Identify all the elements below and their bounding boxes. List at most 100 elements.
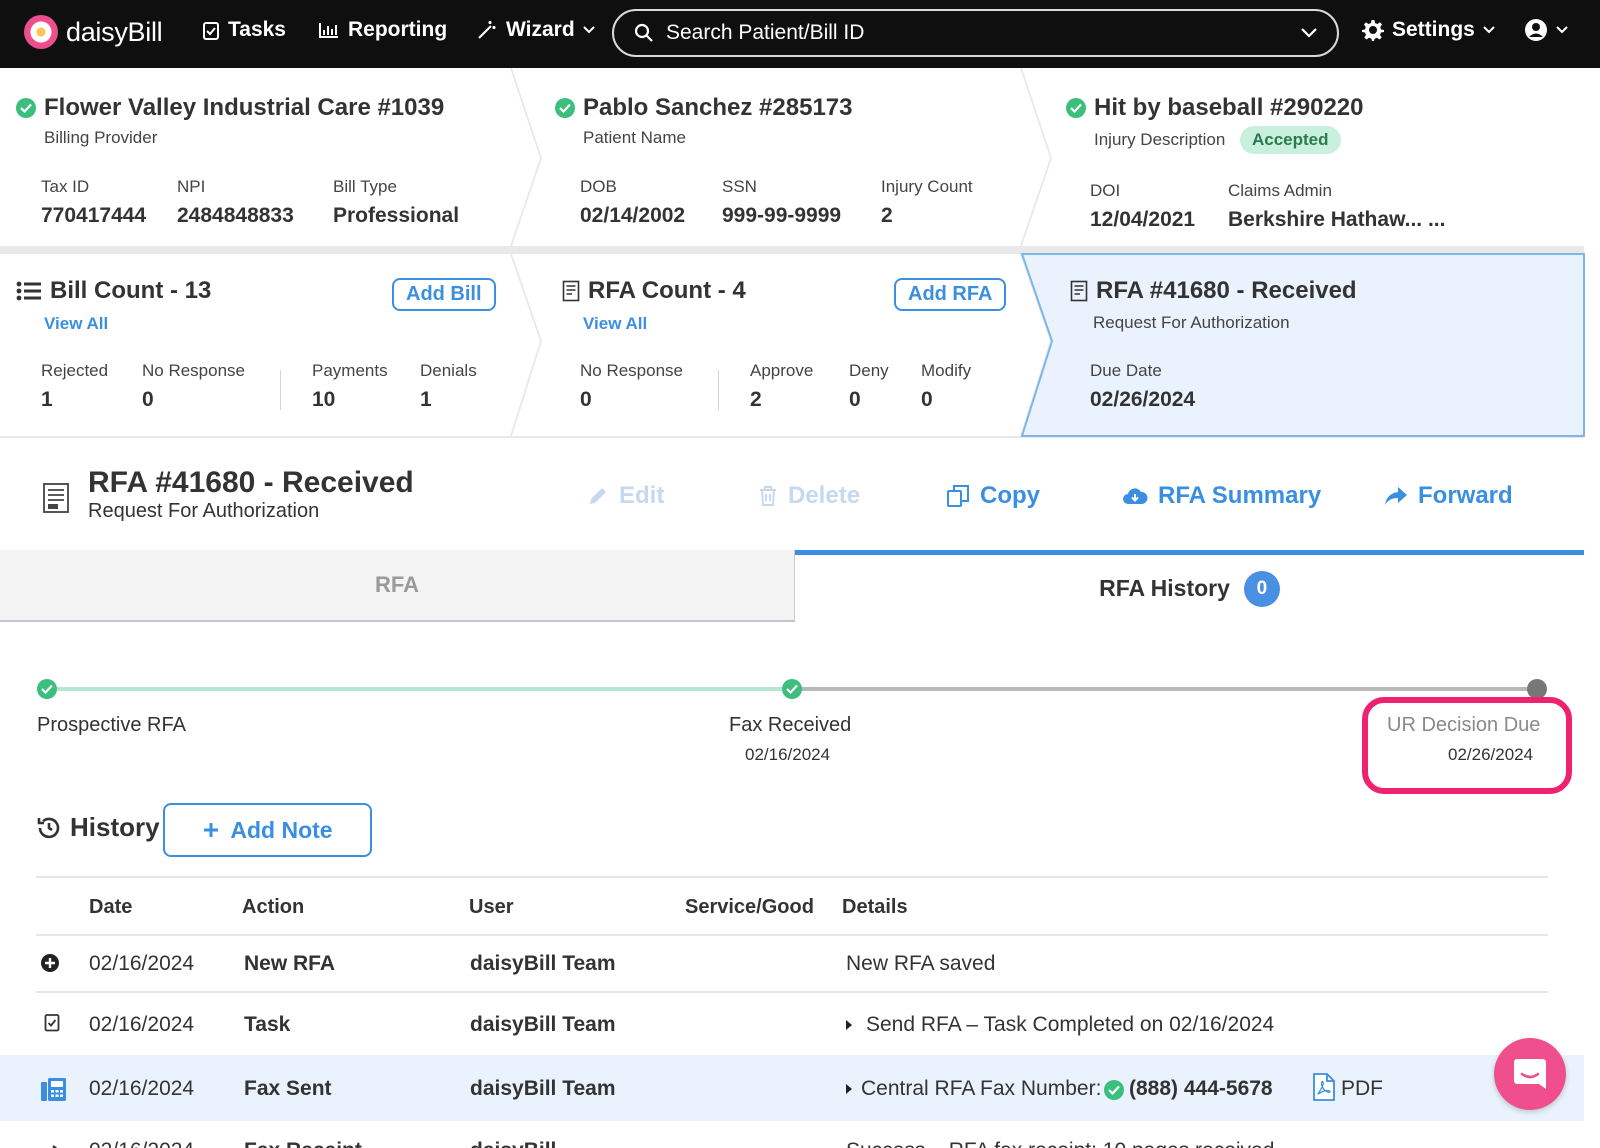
patient-title: Pablo Sanchez #285173 bbox=[555, 94, 852, 122]
denials-value[interactable]: 1 bbox=[420, 388, 432, 412]
row-date: 02/16/2024 bbox=[89, 1139, 194, 1148]
page-title: RFA #41680 - Received bbox=[88, 466, 414, 499]
history-heading: History bbox=[36, 812, 160, 843]
history-count-badge: 0 bbox=[1243, 570, 1280, 607]
rfa-summary-button[interactable]: RFA Summary bbox=[1122, 482, 1321, 510]
table-row[interactable]: 02/16/2024 Task daisyBill Team Send RFA … bbox=[0, 992, 1584, 1054]
nav-wizard[interactable]: Wizard bbox=[476, 18, 595, 42]
current-rfa-subtitle: Request For Authorization bbox=[1093, 313, 1290, 332]
clipboard-check-icon bbox=[44, 1014, 60, 1032]
plus-icon bbox=[204, 823, 219, 837]
forward-button[interactable]: Forward bbox=[1384, 482, 1513, 510]
ssn-value: 999-99-9999 bbox=[722, 204, 842, 227]
check-circle-icon bbox=[1066, 98, 1086, 118]
payments-value[interactable]: 10 bbox=[312, 388, 335, 412]
approve-value[interactable]: 2 bbox=[750, 388, 762, 412]
rfa-document-icon bbox=[43, 483, 69, 513]
rfa-no-response-value[interactable]: 0 bbox=[580, 388, 592, 412]
search-input[interactable]: Search Patient/Bill ID bbox=[666, 21, 1301, 45]
row-details[interactable]: Central RFA Fax Number: bbox=[861, 1077, 1101, 1101]
column-header-date[interactable]: Date bbox=[89, 896, 132, 919]
search-bar[interactable]: Search Patient/Bill ID bbox=[612, 9, 1339, 57]
add-bill-button[interactable]: Add Bill bbox=[392, 278, 496, 311]
rfas-view-all-link[interactable]: View All bbox=[583, 314, 647, 334]
chevron-down-icon bbox=[1483, 26, 1495, 34]
column-header-user[interactable]: User bbox=[469, 896, 513, 919]
copy-button[interactable]: Copy bbox=[946, 482, 1040, 510]
tax-id-label: Tax ID bbox=[41, 177, 90, 196]
summary-cards-background bbox=[0, 68, 1585, 438]
add-rfa-button[interactable]: Add RFA bbox=[894, 278, 1007, 311]
dob-value: 02/14/2002 bbox=[580, 204, 686, 227]
rejected-label: Rejected bbox=[41, 361, 109, 380]
pdf-link[interactable]: PDF bbox=[1341, 1077, 1383, 1101]
cloud-download-icon bbox=[1123, 488, 1148, 504]
column-header-action[interactable]: Action bbox=[242, 896, 304, 919]
table-row[interactable]: 02/16/2024 Fax Receipt daisyBill Success… bbox=[0, 1122, 1584, 1148]
row-user: daisyBill Team bbox=[470, 1013, 616, 1036]
timeline-step-date: 02/16/2024 bbox=[745, 745, 831, 764]
nav-settings[interactable]: Settings bbox=[1362, 18, 1495, 42]
nav-reporting[interactable]: Reporting bbox=[318, 18, 447, 42]
chevron-down-icon bbox=[1556, 26, 1568, 34]
dob-label: DOB bbox=[580, 177, 617, 196]
injury-count-value: 2 bbox=[881, 204, 893, 227]
divider bbox=[718, 370, 719, 410]
row-user: daisyBill Team bbox=[470, 1077, 616, 1100]
divider bbox=[36, 876, 1548, 878]
divider bbox=[280, 370, 281, 410]
bills-no-response-value[interactable]: 0 bbox=[142, 388, 154, 412]
user-avatar-icon bbox=[1525, 19, 1547, 41]
current-rfa-title: RFA #41680 - Received bbox=[1070, 277, 1357, 305]
status-badge: Accepted bbox=[1240, 126, 1341, 154]
chat-support-button[interactable] bbox=[1494, 1038, 1566, 1110]
nav-reporting-label: Reporting bbox=[348, 18, 448, 41]
chevron-down-icon bbox=[582, 26, 595, 34]
injury-title: Hit by baseball #290220 bbox=[1066, 94, 1363, 122]
column-header-service-good[interactable]: Service/Good bbox=[685, 896, 814, 919]
delete-button[interactable]: Delete bbox=[758, 482, 860, 510]
check-circle-icon bbox=[1104, 1080, 1124, 1100]
add-note-label: Add Note bbox=[230, 816, 333, 843]
denials-label: Denials bbox=[420, 361, 477, 380]
table-row[interactable]: 02/16/2024 Fax Sent daisyBill Team Centr… bbox=[0, 1055, 1584, 1121]
history-title-text: History bbox=[70, 812, 160, 842]
approve-label: Approve bbox=[750, 361, 814, 380]
deny-value[interactable]: 0 bbox=[849, 388, 861, 412]
row-details[interactable]: Send RFA – Task Completed on 02/16/2024 bbox=[866, 1013, 1274, 1037]
brand-name: daisyBill bbox=[66, 16, 163, 47]
bar-chart-icon bbox=[319, 23, 338, 38]
rfa-count-title: RFA Count - 4 bbox=[562, 277, 746, 305]
rejected-value[interactable]: 1 bbox=[41, 388, 53, 412]
timeline-step-label: Fax Received bbox=[729, 714, 852, 736]
user-menu[interactable] bbox=[1524, 18, 1568, 42]
modify-label: Modify bbox=[921, 361, 972, 380]
row-details[interactable]: Success – RFA fax receipt: 10 pages rece… bbox=[846, 1139, 1274, 1148]
tab-rfa[interactable]: RFA bbox=[0, 550, 795, 622]
row-action: Task bbox=[244, 1013, 291, 1036]
modify-value[interactable]: 0 bbox=[921, 388, 933, 412]
ssn-label: SSN bbox=[722, 177, 757, 196]
chevron-down-icon[interactable] bbox=[1301, 28, 1317, 38]
row-user: daisyBill bbox=[470, 1139, 556, 1148]
nav-settings-label: Settings bbox=[1392, 18, 1475, 41]
page-subtitle: Request For Authorization bbox=[88, 500, 320, 522]
brand[interactable]: daisyBill bbox=[24, 15, 163, 49]
claims-admin-value[interactable]: Berkshire Hathaw... ... bbox=[1228, 208, 1445, 232]
check-circle-icon bbox=[16, 98, 36, 118]
add-note-button[interactable]: Add Note bbox=[163, 803, 372, 857]
provider-name: Flower Valley Industrial Care #1039 bbox=[44, 94, 445, 121]
tab-rfa-history[interactable]: RFA History 0 bbox=[795, 550, 1584, 622]
injury-count-label: Injury Count bbox=[881, 177, 973, 196]
edit-button[interactable]: Edit bbox=[587, 482, 664, 510]
pdf-file-icon[interactable] bbox=[1312, 1072, 1336, 1102]
column-header-details[interactable]: Details bbox=[842, 896, 908, 919]
timeline-step-pending-dot bbox=[1527, 679, 1547, 699]
bills-view-all-link[interactable]: View All bbox=[44, 314, 108, 334]
npi-value: 2484848833 bbox=[177, 204, 294, 227]
current-rfa-title-text: RFA #41680 - Received bbox=[1096, 277, 1357, 304]
caret-right-icon[interactable] bbox=[845, 1083, 853, 1095]
table-row[interactable]: 02/16/2024 New RFA daisyBill Team New RF… bbox=[0, 935, 1584, 991]
nav-tasks[interactable]: Tasks bbox=[202, 18, 286, 42]
caret-right-icon[interactable] bbox=[845, 1019, 853, 1031]
